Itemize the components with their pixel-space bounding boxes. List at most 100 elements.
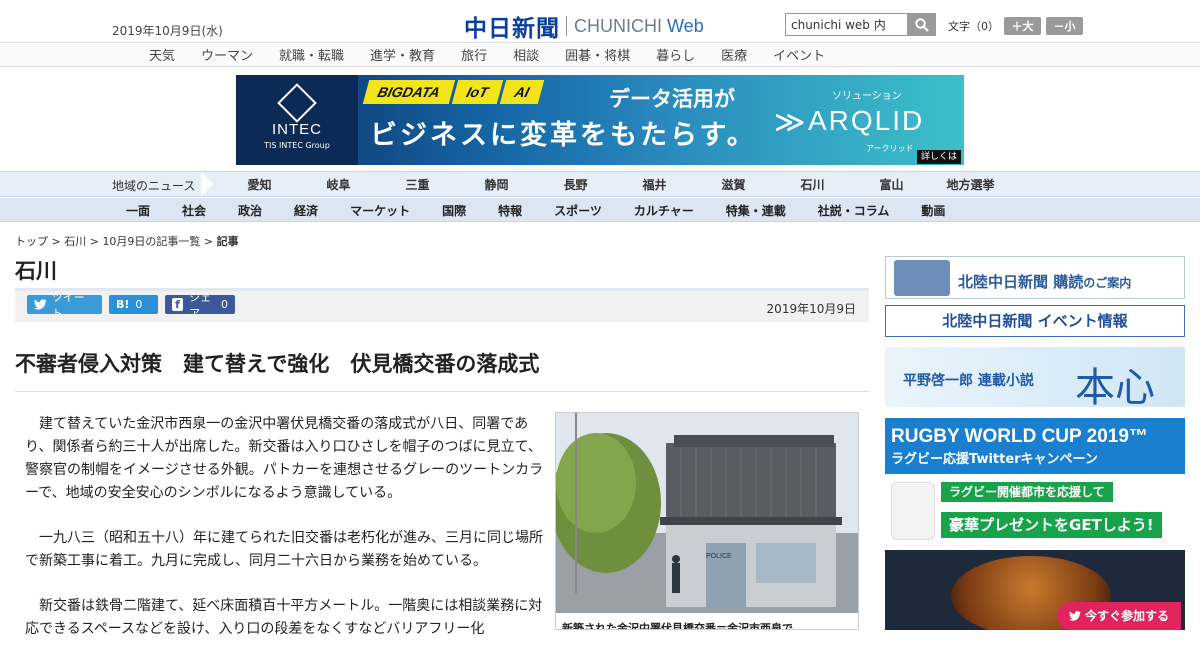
subnav-item[interactable]: 就職・転職 (266, 45, 357, 64)
subnav-item[interactable]: 暮らし (643, 45, 708, 64)
article-body: 建て替えていた金沢市西泉一の金沢中署伏見橋交番の落成式が八日、同署であり、関係者… (25, 413, 545, 663)
region-navigation: 地域のニュース 愛知 岐阜 三重 静岡 長野 福井 滋賀 石川 富山 地方選挙 (0, 171, 1200, 197)
top-bar: 2019年10月9日(水) 中日新聞 CHUNICHI Web 文字（0） ＋大… (0, 0, 1200, 43)
police-box-photo: POLICE (556, 413, 858, 613)
twitter-icon (1069, 611, 1081, 621)
main-nav-item[interactable]: 経済 (278, 202, 334, 219)
subnav-item[interactable]: イベント (760, 45, 838, 64)
main-nav-item[interactable]: 一面 (110, 202, 166, 219)
intec-logo: INTEC TIS INTEC Group (236, 75, 358, 165)
main-nav-item[interactable]: 国際 (426, 202, 482, 219)
search-input[interactable] (785, 13, 907, 36)
region-item[interactable]: 静岡 (457, 176, 536, 193)
main-nav-item[interactable]: 特集・連載 (710, 202, 802, 219)
newspaper-icon (894, 260, 950, 296)
subnav-item[interactable]: 囲碁・将棋 (552, 45, 643, 64)
subnav-item[interactable]: 天気 (136, 45, 188, 64)
region-item[interactable]: 富山 (852, 176, 931, 193)
rugby-ad-line-2: 豪華プレゼントをGETしよう! (941, 512, 1162, 538)
banner-more-button[interactable]: 詳しくは (917, 150, 961, 164)
search-icon (914, 17, 929, 32)
banner-solution: ソリューション (832, 91, 902, 102)
banner-headline-2: ビジネスに変革をもたらす。 (370, 120, 757, 151)
article-date: 2019年10月9日 (766, 302, 856, 316)
novel-ad[interactable]: 平野啓一郎 連載小説 本心 (885, 347, 1185, 411)
banner-tag: AI (499, 80, 544, 104)
subnav-item[interactable]: 進学・教育 (357, 45, 448, 64)
share-bar: ツイート B! 0 f シェア 0 2019年10月9日 (15, 291, 869, 322)
search-button[interactable] (907, 13, 936, 36)
main-nav-item[interactable]: マーケット (334, 202, 426, 219)
banner-headline-1: データ活用が (609, 87, 735, 111)
article-headline: 不審者侵入対策 建て替えで強化 伏見橋交番の落成式 (15, 352, 540, 376)
novel-ad-title: 本心 (1075, 365, 1155, 411)
page-title: 石川 (15, 259, 57, 283)
region-item[interactable]: 長野 (536, 176, 615, 193)
twitter-icon (34, 299, 47, 310)
facebook-share-button[interactable]: f シェア 0 (165, 291, 235, 320)
font-larger-button[interactable]: ＋大 (1004, 17, 1041, 35)
region-item[interactable]: 石川 (773, 176, 852, 193)
main-nav-item[interactable]: 政治 (222, 202, 278, 219)
join-now-button[interactable]: 今すぐ参加する (1057, 602, 1182, 630)
photo-caption: 新築された金沢中署伏見橋交番＝金沢市西泉で (562, 622, 793, 630)
breadcrumb: トップ > 石川 > 10月9日の記事一覧 > 記事 (15, 233, 239, 249)
event-info-link[interactable]: 北陸中日新聞 イベント情報 (885, 305, 1185, 337)
novel-ad-author: 平野啓一郎 連載小説 (903, 373, 1034, 389)
region-item[interactable]: 岐阜 (299, 176, 378, 193)
region-item[interactable]: 滋賀 (694, 176, 773, 193)
banner-tag: IoT (451, 80, 503, 104)
hatena-button[interactable]: B! 0 (109, 295, 158, 314)
site-search (785, 13, 936, 36)
region-item[interactable]: 三重 (378, 176, 457, 193)
arrow-right-icon (201, 172, 213, 196)
main-nav-item[interactable]: 動画 (905, 202, 961, 219)
banner-tags: BIGDATA IoT AI (362, 80, 544, 104)
banner-ad[interactable]: INTEC TIS INTEC Group BIGDATA IoT AI データ… (236, 75, 964, 165)
breadcrumb-current: 記事 (216, 235, 239, 248)
region-item[interactable]: 愛知 (220, 176, 299, 193)
font-size-label: 文字（0） (948, 20, 999, 33)
article-paragraph: 新交番は鉄骨二階建て、延べ床面積百十平方メートル。一階奥には相談業務に対応できる… (25, 598, 543, 637)
main-nav-item[interactable]: 特報 (482, 202, 538, 219)
breadcrumb-top[interactable]: トップ (15, 235, 48, 248)
tweet-button[interactable]: ツイート (27, 291, 102, 320)
subnav-item[interactable]: 医療 (708, 45, 760, 64)
main-nav-item[interactable]: スポーツ (538, 202, 618, 219)
subscription-ad-title: 北陸中日新聞 購読のご案内 (958, 273, 1132, 291)
rugby-ad-line-1: ラグビー開催都市を応援して (941, 482, 1113, 502)
hatena-count: 0 (135, 298, 143, 311)
tweet-label: ツイート (51, 290, 85, 320)
article-photo[interactable]: POLICE 新築された金沢中署伏見橋交番＝金沢市西泉で (555, 412, 859, 630)
headline-divider (15, 391, 869, 392)
police-sign: POLICE (706, 553, 732, 560)
header-date: 2019年10月9日(水) (112, 24, 223, 38)
rwc-logo-icon (891, 482, 935, 540)
region-label: 地域のニュース (112, 179, 196, 193)
banner-product: ARQLID (808, 105, 925, 136)
rugby-ad-subtitle: ラグビー応援Twitterキャンペーン (891, 452, 1098, 467)
breadcrumb-list[interactable]: 10月9日の記事一覧 (102, 235, 200, 248)
facebook-count: 0 (221, 298, 228, 311)
breadcrumb-region[interactable]: 石川 (64, 235, 86, 248)
logo-separator (566, 16, 567, 36)
rugby-campaign-ad[interactable]: RUGBY WORLD CUP 2019™ ラグビー応援Twitterキャンペー… (885, 418, 1185, 630)
font-smaller-button[interactable]: －小 (1046, 17, 1083, 35)
sub-navigation: 天気 ウーマン 就職・転職 進学・教育 旅行 相談 囲碁・将棋 暮らし 医療 イ… (0, 43, 1200, 67)
region-item[interactable]: 福井 (615, 176, 694, 193)
breadcrumb-separator: > (48, 235, 65, 248)
logo-en: CHUNICHI Web (574, 15, 704, 36)
subnav-item[interactable]: 相談 (500, 45, 552, 64)
subscription-ad[interactable]: 北陸中日新聞 購読のご案内 (885, 256, 1185, 299)
region-item[interactable]: 地方選挙 (931, 176, 1010, 193)
banner-product-sub: アークリッド (866, 144, 914, 153)
main-nav-item[interactable]: カルチャー (618, 202, 710, 219)
font-size-control: 文字（0） ＋大 －小 (948, 17, 1083, 35)
subnav-item[interactable]: ウーマン (188, 45, 266, 64)
subnav-item[interactable]: 旅行 (448, 45, 500, 64)
intec-brand-sub: TIS INTEC Group (264, 141, 330, 150)
intec-brand: INTEC (272, 121, 322, 138)
main-nav-item[interactable]: 社説・コラム (802, 202, 906, 219)
site-logo[interactable]: 中日新聞 CHUNICHI Web (464, 9, 704, 43)
main-nav-item[interactable]: 社会 (166, 202, 222, 219)
